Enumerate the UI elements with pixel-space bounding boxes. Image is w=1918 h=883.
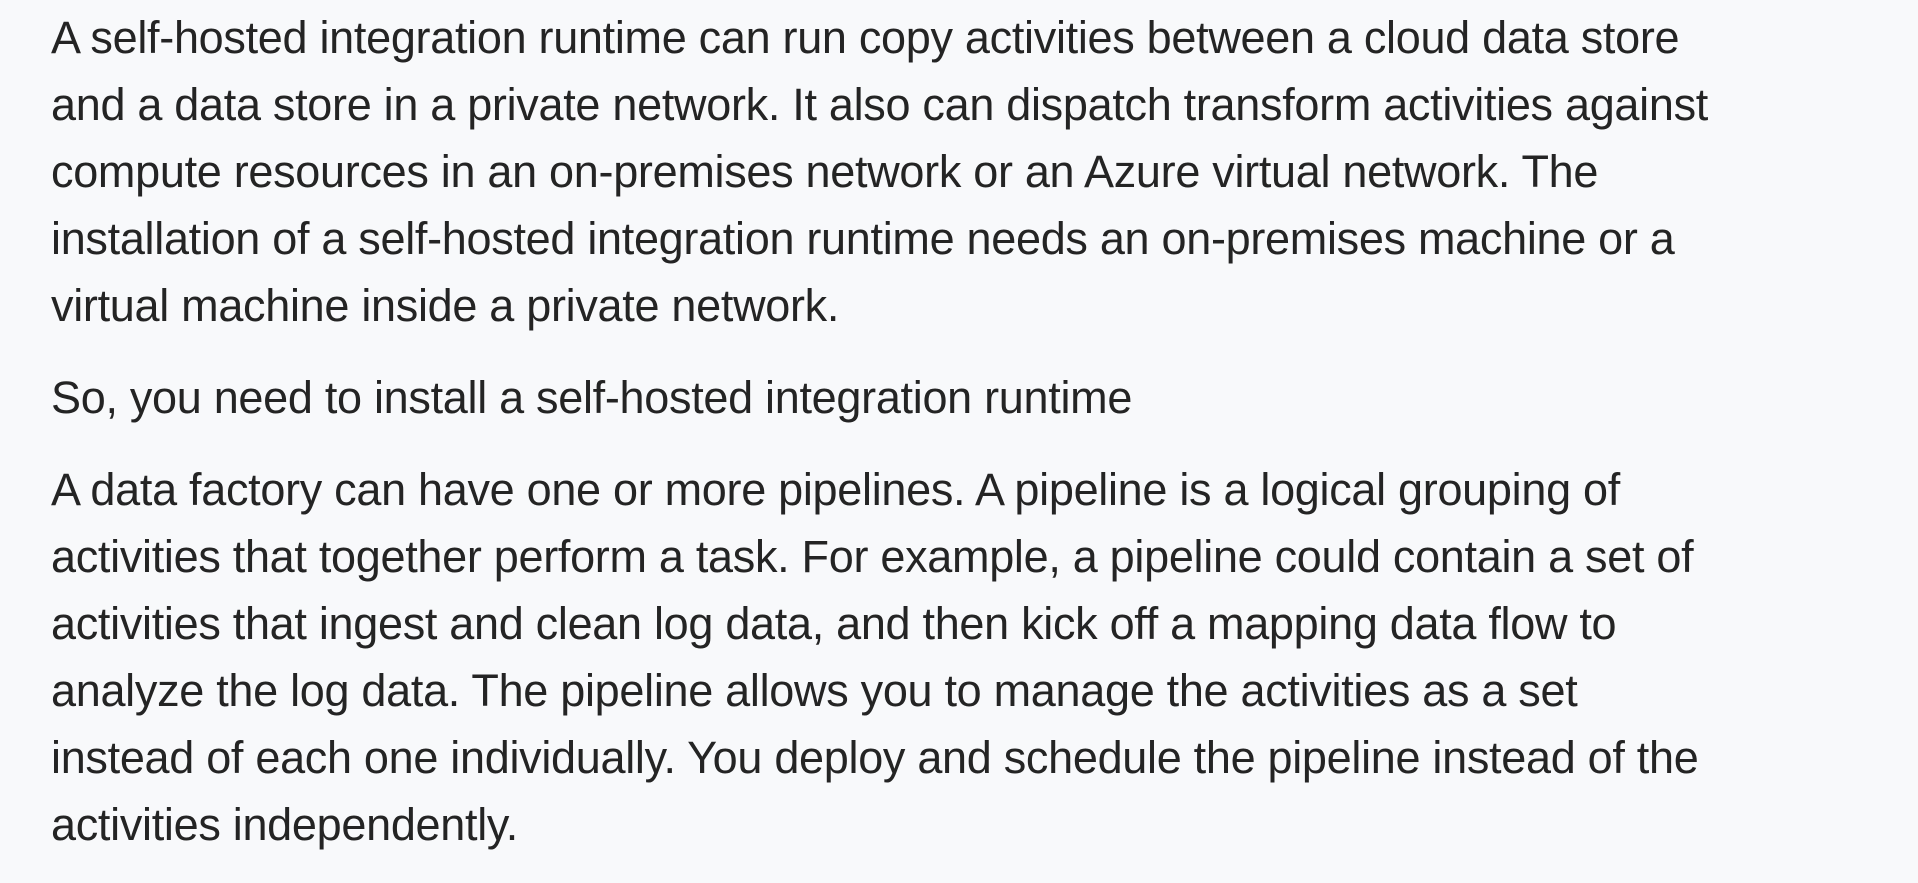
paragraph-pipelines: A data factory can have one or more pipe… [51,456,1708,858]
text-line: A self-hosted integration runtime can ru… [51,12,1680,63]
text-line: and a data store in a private network. I… [51,79,1708,130]
text-line: compute resources in an on-premises netw… [51,146,1599,197]
text-line: activities independently. [51,799,518,850]
text-line: So, you need to install a self-hosted in… [51,372,1133,423]
paragraph-conclusion: So, you need to install a self-hosted in… [51,364,1708,431]
text-line: A data factory can have one or more pipe… [51,464,1620,515]
text-line: activities that together perform a task.… [51,531,1694,582]
text-line: instead of each one individually. You de… [51,732,1699,783]
text-line: analyze the log data. The pipeline allow… [51,665,1578,716]
document-body: A self-hosted integration runtime can ru… [51,4,1708,883]
text-line: installation of a self-hosted integratio… [51,213,1675,264]
text-line: activities that ingest and clean log dat… [51,598,1617,649]
text-line: virtual machine inside a private network… [51,280,840,331]
paragraph-self-hosted-ir: A self-hosted integration runtime can ru… [51,4,1708,339]
